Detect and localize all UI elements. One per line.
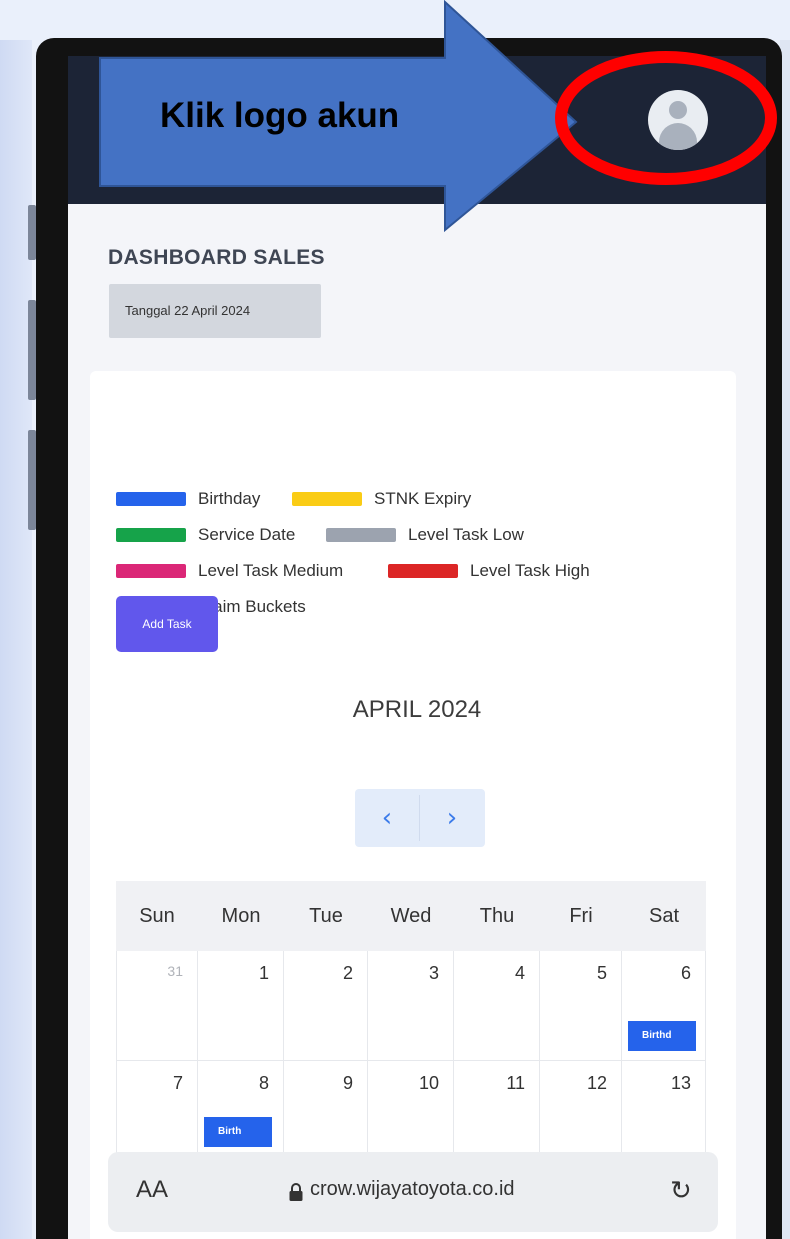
weekday-header: Fri: [569, 905, 593, 927]
legend-swatch: [292, 492, 362, 506]
legend-swatch: [116, 564, 186, 578]
date-badge: Tanggal 22 April 2024: [109, 284, 321, 338]
lock-icon: [289, 1183, 303, 1201]
chevron-right-icon[interactable]: ›: [420, 789, 484, 847]
chevron-left-icon[interactable]: ‹: [355, 789, 419, 847]
calendar-event[interactable]: Birthd: [628, 1021, 696, 1051]
day-number: 11: [506, 1073, 525, 1093]
day-number: 8: [258, 1073, 269, 1093]
day-number: 1: [258, 963, 269, 983]
calendar-day-cell[interactable]: 4: [454, 951, 540, 1061]
calendar-nav-group: ‹ ›: [355, 789, 485, 847]
highlight-ellipse: [555, 51, 777, 185]
browser-url-bar[interactable]: AA crow.wijayatoyota.co.id ↻: [108, 1152, 718, 1232]
weekday-header: Wed: [390, 905, 432, 927]
day-number: 2: [342, 963, 353, 983]
calendar-month-title: APRIL 2024: [352, 696, 482, 723]
day-number: 31: [167, 963, 183, 979]
day-number: 3: [428, 963, 439, 983]
day-number: 7: [172, 1073, 183, 1093]
calendar-event[interactable]: Birth: [204, 1117, 272, 1147]
weekday-header: Sun: [139, 905, 175, 927]
day-number: 4: [514, 963, 525, 983]
weekday-header: Thu: [479, 905, 515, 927]
day-number: 10: [418, 1073, 439, 1093]
calendar-day-cell[interactable]: 3: [368, 951, 454, 1061]
weekday-header: Sat: [648, 905, 680, 927]
day-number: 13: [670, 1073, 691, 1093]
legend-swatch: [388, 564, 458, 578]
url-text: crow.wijayatoyota.co.id: [310, 1178, 515, 1200]
calendar-week-row: 31 1 2 3 4 5 6 Birthd: [116, 951, 706, 1061]
page-title: DASHBOARD SALES: [108, 246, 325, 269]
calendar-day-cell[interactable]: 1: [198, 951, 284, 1061]
add-task-button[interactable]: Add Task: [116, 596, 218, 652]
day-number: 12: [586, 1073, 607, 1093]
day-number: 6: [680, 963, 691, 983]
legend-label: Birthday: [198, 489, 261, 508]
calendar-day-cell[interactable]: 2: [284, 951, 368, 1061]
text-size-button[interactable]: AA: [136, 1176, 168, 1204]
day-number: 9: [342, 1073, 353, 1093]
legend-label: Service Date: [198, 525, 296, 544]
legend-label: Level Task High: [470, 561, 590, 580]
legend-label: Level Task Medium: [198, 561, 344, 580]
legend-swatch: [326, 528, 396, 542]
legend-swatch: [116, 528, 186, 542]
calendar-header-row: Sun Mon Tue Wed Thu Fri Sat: [116, 881, 706, 951]
calendar-day-cell[interactable]: 5: [540, 951, 622, 1061]
phone-side-button: [28, 430, 36, 530]
legend-label: STNK Expiry: [374, 489, 472, 508]
weekday-header: Mon: [221, 905, 261, 927]
calendar-day-cell[interactable]: 31: [116, 951, 198, 1061]
reload-icon[interactable]: ↻: [670, 1176, 692, 1206]
legend-label: Level Task Low: [408, 525, 524, 544]
callout-text: Klik logo akun: [160, 96, 400, 135]
day-number: 5: [596, 963, 607, 983]
weekday-header: Tue: [309, 905, 343, 927]
phone-side-button: [28, 300, 36, 400]
legend-swatch: [116, 492, 186, 506]
calendar-day-cell[interactable]: 6 Birthd: [622, 951, 706, 1061]
